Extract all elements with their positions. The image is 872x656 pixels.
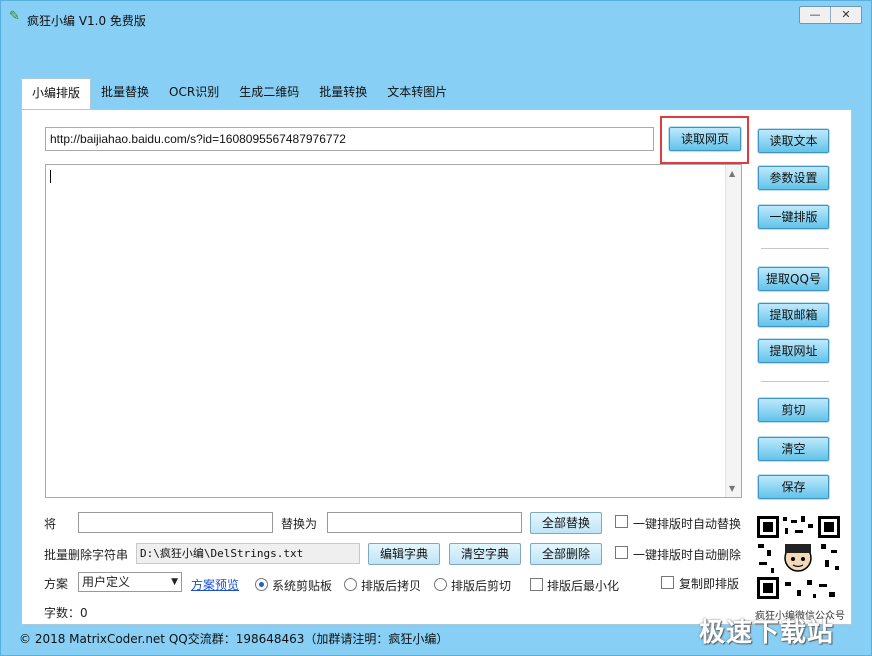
clear-button[interactable]: 清空 (758, 437, 829, 461)
minimize-after-checkbox[interactable] (530, 578, 543, 591)
replace-all-button[interactable]: 全部替换 (530, 512, 602, 534)
read-text-button[interactable]: 读取文本 (758, 129, 829, 153)
replace-from-input[interactable] (78, 512, 273, 533)
extract-qq-button[interactable]: 提取QQ号 (758, 267, 829, 291)
separator (761, 248, 829, 249)
extract-url-button[interactable]: 提取网址 (758, 339, 829, 363)
edit-dict-button[interactable]: 编辑字典 (368, 543, 440, 565)
delete-strings-label: 批量删除字符串 (44, 548, 129, 562)
save-button[interactable]: 保存 (758, 475, 829, 499)
auto-delete-checkbox[interactable] (615, 546, 628, 559)
window-title: 疯狂小编 V1.0 免费版 (27, 14, 146, 28)
radio-cut-after-label: 排版后剪切 (451, 579, 512, 593)
tab-batch-replace[interactable]: 批量替换 (91, 78, 159, 109)
minimize-button[interactable]: — (800, 7, 830, 23)
separator (761, 381, 829, 382)
read-web-button[interactable]: 读取网页 (669, 127, 741, 151)
delete-file-path[interactable]: D:\疯狂小编\DelStrings.txt (136, 543, 360, 564)
qr-code-image (755, 514, 842, 601)
radio-cut-after[interactable] (434, 578, 447, 591)
replace-to-input[interactable] (327, 512, 522, 533)
radio-clipboard-label: 系统剪贴板 (272, 579, 333, 593)
tab-qrcode[interactable]: 生成二维码 (229, 78, 309, 109)
watermark: 极速下载站 (699, 618, 835, 648)
app-window: ✎ 疯狂小编 V1.0 免费版 — ✕ 小编排版 批量替换 OCR识别 生成二维… (0, 0, 872, 656)
copy-is-layout-checkbox[interactable] (661, 576, 674, 589)
tab-ocr[interactable]: OCR识别 (159, 78, 229, 109)
text-caret (50, 170, 51, 183)
tab-batch-convert[interactable]: 批量转换 (309, 78, 377, 109)
status-bar: © 2018 MatrixCoder.net QQ交流群：198648463（加… (19, 632, 449, 646)
auto-replace-checkbox[interactable] (615, 515, 628, 528)
tab-bar: 小编排版 批量替换 OCR识别 生成二维码 批量转换 文本转图片 (21, 78, 457, 109)
auto-replace-label: 一键排版时自动替换 (633, 517, 742, 531)
replace-to-label: 替换为 (281, 517, 318, 531)
scheme-preview-link[interactable]: 方案预览 (191, 576, 239, 593)
url-input[interactable]: http://baijiahao.baidu.com/s?id=16080955… (45, 127, 654, 151)
clear-dict-button[interactable]: 清空字典 (449, 543, 521, 565)
window-controls: — ✕ (799, 6, 862, 24)
cut-button[interactable]: 剪切 (758, 398, 829, 422)
radio-copy-after-label: 排版后拷贝 (361, 579, 422, 593)
word-count: 字数：0 (44, 606, 88, 620)
auto-delete-label: 一键排版时自动删除 (633, 548, 742, 562)
scheme-selected: 用户定义 (82, 575, 131, 589)
radio-clipboard[interactable] (255, 578, 268, 591)
scroll-down-icon[interactable]: ▼ (729, 484, 735, 493)
one-key-layout-button[interactable]: 一键排版 (758, 205, 829, 229)
chevron-down-icon: ▼ (171, 577, 178, 587)
radio-copy-after[interactable] (344, 578, 357, 591)
tab-layout[interactable]: 小编排版 (21, 78, 92, 109)
close-button[interactable]: ✕ (830, 7, 861, 23)
tab-text-to-image[interactable]: 文本转图片 (377, 78, 457, 109)
copy-is-layout-label: 复制即排版 (679, 577, 740, 591)
content-textarea[interactable]: ▲ ▼ (45, 164, 742, 498)
replace-from-label: 将 (44, 517, 57, 531)
params-button[interactable]: 参数设置 (758, 166, 829, 190)
scroll-up-icon[interactable]: ▲ (729, 169, 735, 178)
minimize-after-label: 排版后最小化 (547, 579, 620, 593)
scheme-select[interactable]: 用户定义 ▼ (78, 572, 182, 592)
scheme-label: 方案 (44, 577, 69, 591)
title-bar: ✎ 疯狂小编 V1.0 免费版 — ✕ (1, 1, 871, 37)
pencil-icon: ✎ (9, 9, 20, 24)
extract-email-button[interactable]: 提取邮箱 (758, 303, 829, 327)
delete-all-button[interactable]: 全部删除 (530, 543, 602, 565)
vertical-scrollbar[interactable]: ▲ ▼ (725, 165, 741, 497)
